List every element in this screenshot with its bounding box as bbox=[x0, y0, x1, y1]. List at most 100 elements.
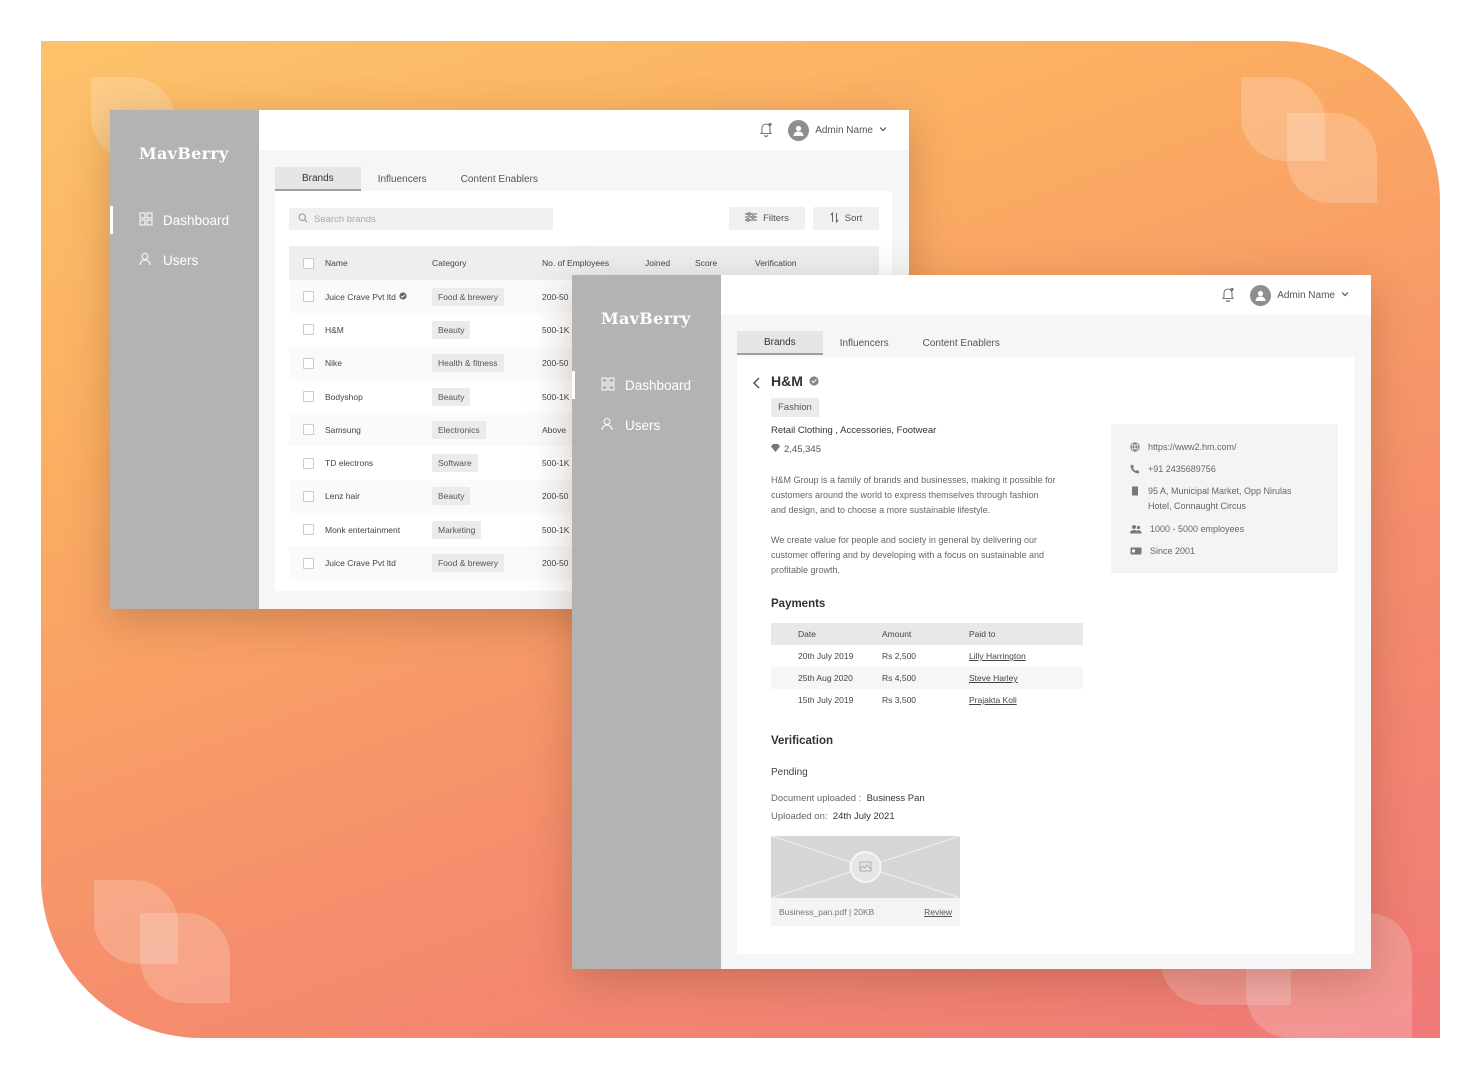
payment-amount: Rs 2,500 bbox=[882, 651, 917, 661]
payment-date: 15th July 2019 bbox=[798, 695, 854, 705]
search-icon bbox=[298, 212, 308, 226]
category-chip: Software bbox=[432, 454, 478, 473]
main-area: Admin Name Brands Influencers Content En… bbox=[721, 275, 1371, 969]
employees-line: 1000 - 5000 employees bbox=[1130, 522, 1244, 539]
website-line[interactable]: https://www2.hm.com/ bbox=[1130, 440, 1237, 457]
users-icon bbox=[139, 252, 153, 269]
admin-menu[interactable]: Admin Name bbox=[788, 119, 887, 141]
filters-button[interactable]: Filters bbox=[729, 207, 805, 230]
brand-description-1: H&M Group is a family of brands and busi… bbox=[771, 473, 1056, 518]
payment-date: 25th Aug 2020 bbox=[798, 673, 853, 683]
globe-icon bbox=[1130, 440, 1140, 457]
description-line: and design, and to choose a more sustain… bbox=[771, 505, 991, 515]
nav-active-indicator bbox=[110, 206, 113, 234]
sort-icon bbox=[830, 211, 839, 226]
employees-cell: 200-50 bbox=[542, 358, 569, 369]
chevron-down-icon bbox=[1341, 290, 1349, 301]
payment-row: 20th July 2019 Rs 2,500 Lilly Harrington bbox=[771, 645, 1083, 667]
employees-cell: 200-50 bbox=[542, 291, 569, 302]
address-value: Hotel, Connaught Circus bbox=[1148, 501, 1247, 511]
category-chip: Marketing bbox=[432, 520, 482, 539]
avatar-icon bbox=[788, 119, 810, 141]
payment-amount: Rs 4,500 bbox=[882, 673, 917, 683]
description-line: We create value for people and society i… bbox=[771, 535, 1037, 545]
description-line: H&M Group is a family of brands and busi… bbox=[771, 475, 1056, 485]
sort-button[interactable]: Sort bbox=[813, 207, 879, 230]
tab-content-enablers[interactable]: Content Enablers bbox=[906, 331, 1017, 355]
employees-cell: 500-1K bbox=[542, 458, 570, 469]
document-uploaded-line: Document uploaded : Business Pan bbox=[771, 793, 925, 804]
nav-item-users[interactable]: Users bbox=[601, 414, 660, 436]
verified-badge-icon bbox=[399, 292, 407, 302]
column-header: Score bbox=[695, 258, 718, 268]
search-input[interactable]: Search brands bbox=[289, 208, 553, 230]
website-value: https://www2.hm.com/ bbox=[1148, 442, 1237, 452]
nav-active-indicator bbox=[572, 371, 575, 399]
brand-name: TD electrons bbox=[325, 458, 374, 469]
tab-influencers[interactable]: Influencers bbox=[361, 167, 444, 191]
employees-cell: Above bbox=[542, 424, 567, 435]
employees-cell: 500-1K bbox=[542, 391, 570, 402]
search-placeholder: Search brands bbox=[314, 213, 376, 225]
description-line: customers around the world to express th… bbox=[771, 490, 1039, 500]
select-all-checkbox[interactable] bbox=[303, 257, 314, 269]
brand-tag: Fashion bbox=[771, 398, 819, 417]
payee-link[interactable]: Lilly Harrington bbox=[969, 651, 1083, 661]
employees-value: 1000 - 5000 employees bbox=[1150, 524, 1245, 534]
notification-bell-icon[interactable] bbox=[1220, 286, 1236, 305]
document-preview-card[interactable]: Business_pan.pdf | 20KB Review bbox=[771, 836, 960, 926]
tab-brands[interactable]: Brands bbox=[275, 167, 361, 191]
row-checkbox[interactable] bbox=[303, 324, 314, 336]
brand-detail-card: H&M Fashion Retail Clothing , Accessorie… bbox=[737, 357, 1354, 954]
verified-badge-icon bbox=[809, 373, 819, 389]
verification-heading: Verification bbox=[771, 735, 833, 747]
payee-link[interactable]: Prajakta Koli bbox=[969, 695, 1083, 705]
column-header: Verification bbox=[755, 258, 797, 268]
category-chip: Electronics bbox=[432, 420, 486, 439]
nav-item-dashboard[interactable]: Dashboard bbox=[601, 374, 691, 396]
row-checkbox[interactable] bbox=[303, 457, 314, 469]
row-checkbox[interactable] bbox=[303, 524, 314, 536]
decor-shape bbox=[1287, 113, 1377, 203]
nav-label: Users bbox=[163, 252, 199, 268]
brand-name: Juice Crave Pvt ltd bbox=[325, 291, 396, 302]
column-header: Name bbox=[325, 258, 348, 268]
tab-bar: Brands Influencers Content Enablers bbox=[737, 331, 1017, 355]
back-chevron-icon[interactable] bbox=[752, 376, 761, 394]
phone-value: +91 2435689756 bbox=[1148, 464, 1216, 474]
doc-label: Document uploaded : bbox=[771, 793, 862, 804]
row-checkbox[interactable] bbox=[303, 557, 314, 569]
nav-item-users[interactable]: Users bbox=[139, 249, 198, 271]
column-header: Amount bbox=[882, 629, 912, 639]
category-chip: Beauty bbox=[432, 387, 471, 406]
row-checkbox[interactable] bbox=[303, 391, 314, 403]
nav-item-dashboard[interactable]: Dashboard bbox=[139, 209, 229, 231]
tab-bar: Brands Influencers Content Enablers bbox=[275, 167, 555, 191]
verification-status: Pending bbox=[771, 767, 808, 778]
row-checkbox[interactable] bbox=[303, 490, 314, 502]
admin-menu[interactable]: Admin Name bbox=[1250, 284, 1349, 306]
tab-content-enablers[interactable]: Content Enablers bbox=[444, 167, 555, 191]
contact-info-panel: https://www2.hm.com/ +91 2435689756 95 A… bbox=[1111, 424, 1338, 573]
column-header: Category bbox=[432, 258, 467, 268]
notification-bell-icon[interactable] bbox=[758, 121, 774, 140]
row-checkbox[interactable] bbox=[303, 424, 314, 436]
tab-brands[interactable]: Brands bbox=[737, 331, 823, 355]
row-checkbox[interactable] bbox=[303, 357, 314, 369]
chevron-down-icon bbox=[879, 125, 887, 136]
category-chip: Food & brewery bbox=[432, 287, 504, 306]
brand-name: H&M bbox=[325, 324, 344, 335]
sort-label: Sort bbox=[844, 213, 863, 224]
category-chip: Beauty bbox=[432, 320, 471, 339]
description-line: profitable growth. bbox=[771, 565, 841, 575]
brand-name: Monk entertainment bbox=[325, 524, 401, 535]
payee-link[interactable]: Steve Harley bbox=[969, 673, 1083, 683]
brand-name: Lenz hair bbox=[325, 491, 360, 502]
dashboard-icon bbox=[601, 377, 615, 394]
tab-influencers[interactable]: Influencers bbox=[823, 331, 906, 355]
nav-label: Dashboard bbox=[625, 377, 692, 393]
row-checkbox[interactable] bbox=[303, 291, 314, 303]
address-line: 95 A, Municipal Market, Opp Nirulas Hotel… bbox=[1130, 484, 1292, 514]
brand-name: Nike bbox=[325, 358, 343, 369]
review-link[interactable]: Review bbox=[924, 907, 952, 917]
